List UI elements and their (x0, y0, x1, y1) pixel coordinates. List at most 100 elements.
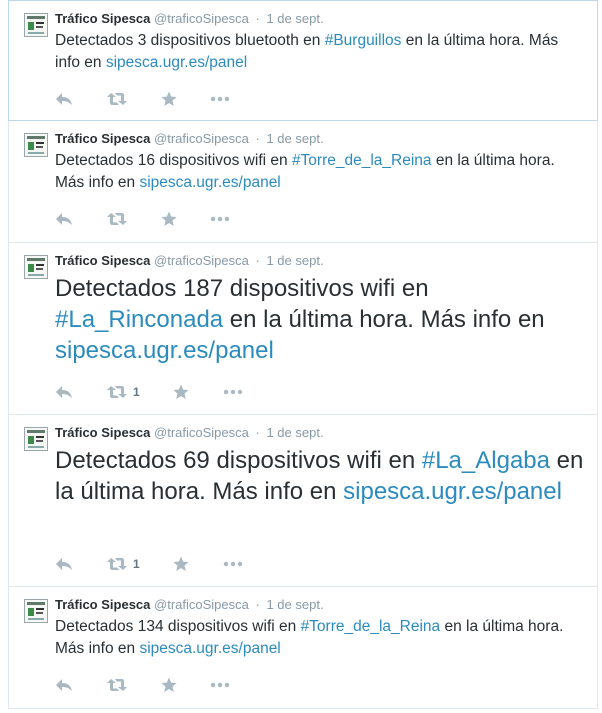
more-button[interactable] (210, 89, 230, 109)
tweet-text: Detectados 3 dispositivos bluetooth en #… (55, 30, 585, 74)
more-icon (210, 216, 230, 222)
retweet-icon (107, 386, 127, 398)
timestamp[interactable]: 1 de sept. (266, 425, 323, 440)
tweet-actions (55, 89, 355, 109)
tweet-text-part: Detectados 69 dispositivos wifi en (55, 447, 422, 474)
reply-icon (56, 213, 72, 225)
more-icon (223, 561, 243, 567)
more-icon (210, 682, 230, 688)
retweet-button[interactable]: 1 (107, 554, 140, 574)
url-link[interactable]: sipesca.ugr.es/panel (343, 478, 562, 505)
tweet-text-part: Detectados 187 dispositivos wifi en (55, 275, 429, 302)
tweet-header: Tráfico Sipesca @traficoSipesca · 1 de s… (55, 131, 324, 146)
tweet-text: Detectados 16 dispositivos wifi en #Torr… (55, 150, 585, 194)
retweet-button[interactable] (107, 209, 133, 229)
separator: · (255, 597, 260, 612)
tweet-header: Tráfico Sipesca @traficoSipesca · 1 de s… (55, 425, 324, 440)
tweet-actions (55, 209, 355, 229)
avatar[interactable] (24, 255, 48, 279)
user-name[interactable]: Tráfico Sipesca (55, 131, 150, 146)
tweet[interactable]: Tráfico Sipesca @traficoSipesca · 1 de s… (8, 121, 598, 243)
tweet-text-part: Detectados 3 dispositivos bluetooth en (55, 32, 325, 49)
tweet[interactable]: Tráfico Sipesca @traficoSipesca · 1 de s… (8, 243, 598, 415)
separator: · (255, 11, 260, 26)
retweet-button[interactable]: 1 (107, 382, 140, 402)
more-button[interactable] (223, 382, 243, 402)
url-link[interactable]: sipesca.ugr.es/panel (139, 640, 280, 657)
tweet-header: Tráfico Sipesca @traficoSipesca · 1 de s… (55, 597, 324, 612)
more-button[interactable] (210, 209, 230, 229)
favorite-button[interactable] (173, 554, 189, 574)
favorite-button[interactable] (161, 675, 177, 695)
retweet-count: 1 (133, 385, 140, 399)
tweet[interactable]: Tráfico Sipesca @traficoSipesca · 1 de s… (8, 0, 598, 121)
reply-icon (56, 679, 72, 691)
timestamp[interactable]: 1 de sept. (266, 253, 323, 268)
user-handle[interactable]: @traficoSipesca (154, 131, 249, 146)
reply-icon (56, 93, 72, 105)
url-link[interactable]: sipesca.ugr.es/panel (139, 174, 280, 191)
star-icon (161, 91, 177, 106)
avatar[interactable] (24, 13, 48, 37)
user-handle[interactable]: @traficoSipesca (154, 597, 249, 612)
tweet-header: Tráfico Sipesca @traficoSipesca · 1 de s… (55, 253, 324, 268)
user-name[interactable]: Tráfico Sipesca (55, 253, 150, 268)
avatar[interactable] (24, 427, 48, 451)
reply-button[interactable] (55, 89, 73, 109)
more-button[interactable] (223, 554, 243, 574)
tweet-text: Detectados 187 dispositivos wifi en #La_… (55, 273, 585, 366)
star-icon (161, 211, 177, 226)
tweet-text-part: Detectados 16 dispositivos wifi en (55, 152, 292, 169)
reply-button[interactable] (55, 209, 73, 229)
hashtag-link[interactable]: #Torre_de_la_Reina (292, 152, 432, 169)
hashtag-link[interactable]: #Burguillos (325, 32, 402, 49)
star-icon (173, 556, 189, 571)
more-icon (223, 389, 243, 395)
retweet-button[interactable] (107, 675, 133, 695)
reply-button[interactable] (55, 382, 73, 402)
favorite-button[interactable] (161, 89, 177, 109)
avatar[interactable] (24, 599, 48, 623)
tweet-text-part: Detectados 134 dispositivos wifi en (55, 618, 301, 635)
tweet[interactable]: Tráfico Sipesca @traficoSipesca · 1 de s… (8, 415, 598, 587)
avatar[interactable] (24, 133, 48, 157)
favorite-button[interactable] (161, 209, 177, 229)
user-name[interactable]: Tráfico Sipesca (55, 425, 150, 440)
retweet-icon (107, 558, 127, 570)
reply-button[interactable] (55, 675, 73, 695)
separator: · (255, 131, 260, 146)
user-name[interactable]: Tráfico Sipesca (55, 597, 150, 612)
hashtag-link[interactable]: #Torre_de_la_Reina (301, 618, 441, 635)
reply-icon (56, 386, 72, 398)
timestamp[interactable]: 1 de sept. (266, 597, 323, 612)
user-name[interactable]: Tráfico Sipesca (55, 11, 150, 26)
tweet-actions (55, 675, 355, 695)
tweet-header: Tráfico Sipesca @traficoSipesca · 1 de s… (55, 11, 324, 26)
separator: · (255, 253, 260, 268)
retweet-button[interactable] (107, 89, 133, 109)
star-icon (161, 677, 177, 692)
star-icon (173, 384, 189, 399)
url-link[interactable]: sipesca.ugr.es/panel (55, 337, 274, 364)
retweet-icon (107, 93, 127, 105)
tweet[interactable]: Tráfico Sipesca @traficoSipesca · 1 de s… (8, 587, 598, 709)
url-link[interactable]: sipesca.ugr.es/panel (106, 54, 247, 71)
timestamp[interactable]: 1 de sept. (266, 131, 323, 146)
user-handle[interactable]: @traficoSipesca (154, 253, 249, 268)
user-handle[interactable]: @traficoSipesca (154, 425, 249, 440)
hashtag-link[interactable]: #La_Rinconada (55, 306, 223, 333)
reply-button[interactable] (55, 554, 73, 574)
tweet-text-part: en la última hora. Más info en (223, 306, 545, 333)
tweet-text: Detectados 69 dispositivos wifi en #La_A… (55, 445, 585, 507)
timestamp[interactable]: 1 de sept. (266, 11, 323, 26)
tweet-actions: 1 (55, 554, 355, 574)
tweet-text: Detectados 134 dispositivos wifi en #Tor… (55, 616, 585, 660)
hashtag-link[interactable]: #La_Algaba (422, 447, 550, 474)
separator: · (255, 425, 260, 440)
favorite-button[interactable] (173, 382, 189, 402)
more-button[interactable] (210, 675, 230, 695)
retweet-icon (107, 213, 127, 225)
timeline: Tráfico Sipesca @traficoSipesca · 1 de s… (0, 0, 602, 713)
user-handle[interactable]: @traficoSipesca (154, 11, 249, 26)
retweet-count: 1 (133, 557, 140, 571)
